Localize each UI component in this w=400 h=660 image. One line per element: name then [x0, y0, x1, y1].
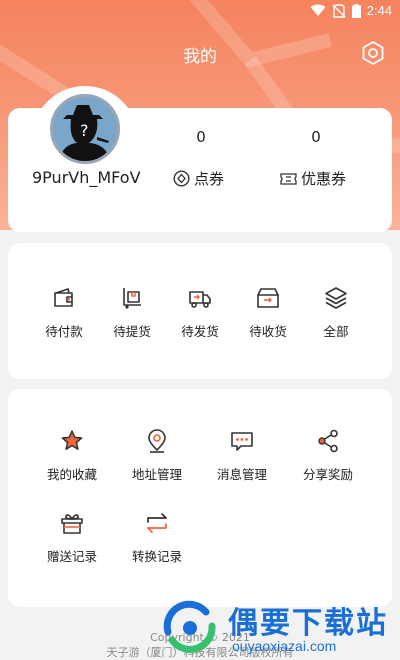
service-exchange-records-label: 转换记录 — [131, 549, 182, 564]
services-card — [8, 389, 392, 607]
layers-icon — [325, 287, 347, 309]
star-icon — [61, 430, 83, 450]
truck-icon — [189, 291, 211, 308]
settings-gear-icon[interactable] — [360, 40, 386, 66]
points-count[interactable]: 0 — [181, 128, 221, 146]
order-pending-receipt-label: 待收货 — [249, 324, 287, 339]
message-icon — [231, 432, 253, 451]
coupon-ticket-icon — [280, 172, 297, 185]
service-share-rewards[interactable]: 分享奖励 — [293, 428, 363, 483]
status-bar: 2:44 — [0, 0, 400, 24]
service-favorites-label: 我的收藏 — [46, 467, 97, 482]
order-pending-pickup[interactable]: 待提货 — [97, 285, 167, 340]
service-gift-records[interactable]: 赠送记录 — [37, 510, 107, 565]
status-time: 2:44 — [366, 3, 392, 18]
share-icon — [318, 429, 338, 453]
service-favorites[interactable]: 我的收藏 — [37, 428, 107, 483]
cart-pickup-icon — [123, 288, 141, 309]
wallet-icon — [54, 288, 73, 307]
order-pending-shipment[interactable]: 待发货 — [165, 285, 235, 340]
watermark-logo-icon — [163, 600, 216, 653]
order-all[interactable]: 全部 — [301, 285, 371, 340]
service-messages[interactable]: 消息管理 — [207, 428, 277, 483]
watermark: 偶要下载站 ouyaoxiazai.com — [158, 596, 400, 660]
service-address-label: 地址管理 — [131, 467, 182, 482]
watermark-title: 偶要下载站 — [228, 606, 388, 641]
avatar-image: ? — [53, 97, 117, 161]
coupons-label: 优惠券 — [301, 170, 347, 188]
service-share-rewards-label: 分享奖励 — [302, 467, 353, 482]
wifi-icon — [310, 4, 326, 16]
username: 9PurVh_MFoV — [32, 168, 141, 187]
no-sim-icon — [332, 3, 346, 18]
order-all-label: 全部 — [323, 324, 349, 339]
coupons-count[interactable]: 0 — [296, 128, 336, 146]
order-pending-pickup-label: 待提货 — [113, 324, 151, 339]
gift-icon — [61, 514, 83, 534]
service-exchange-records[interactable]: 转换记录 — [122, 510, 192, 565]
service-gift-records-label: 赠送记录 — [46, 549, 97, 564]
order-pending-shipment-label: 待发货 — [181, 324, 219, 339]
order-pending-payment-label: 待付款 — [45, 324, 83, 339]
points-label: 点券 — [194, 170, 225, 188]
points-button[interactable]: 点券 — [173, 168, 224, 189]
service-address[interactable]: 地址管理 — [122, 428, 192, 483]
exchange-icon — [147, 513, 167, 533]
watermark-url: ouyaoxiazai.com — [232, 638, 337, 654]
svg-text:?: ? — [80, 121, 89, 140]
coin-icon — [173, 170, 190, 187]
location-pin-icon — [148, 429, 166, 453]
avatar[interactable]: ? — [50, 94, 120, 164]
order-pending-receipt[interactable]: 待收货 — [233, 285, 303, 340]
coupons-button[interactable]: 优惠券 — [280, 168, 346, 189]
page-title: 我的 — [183, 47, 217, 67]
battery-icon — [351, 3, 361, 18]
service-messages-label: 消息管理 — [216, 467, 267, 482]
order-pending-payment[interactable]: 待付款 — [29, 285, 99, 340]
box-receive-icon — [257, 288, 279, 308]
